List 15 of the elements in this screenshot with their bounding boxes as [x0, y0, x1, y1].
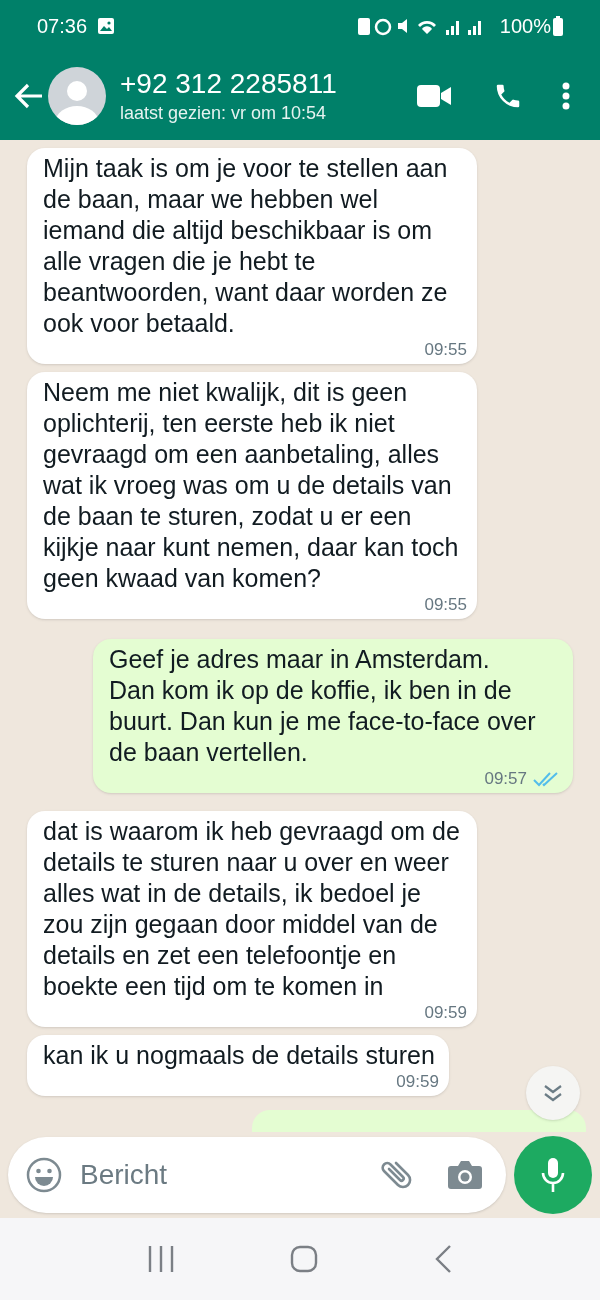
message-text: Geef je adres maar in Amsterdam. Dan kom ik op de koffie, ik ben in de buurt. Dan kun je me face-to-face over de baan vertellen.: [109, 644, 537, 768]
contact-name[interactable]: +92 312 2285811: [120, 67, 414, 101]
last-seen: laatst gezien: vr om 10:54: [120, 102, 328, 125]
message-text: Mijn taak is om je voor te stellen aan de baan, maar we hebben wel iemand die altijd beschikbaar is om alle vragen die je hebt te beantwoorden, want daar worden ze ook voor betaald.: [43, 153, 449, 339]
message-time: 09:59: [396, 1071, 439, 1094]
message-time: 09:55: [424, 339, 467, 362]
message-time: 09:57: [484, 768, 527, 791]
message-text: kan ik u nogmaals de details sturen: [43, 1040, 435, 1071]
battery-percent: 100%: [499, 14, 551, 39]
clock: 07:36: [37, 14, 88, 39]
message-time: 09:59: [424, 1002, 467, 1025]
message-text: Neem me niet kwalijk, dit is geen oplichterij, ten eerste heb ik niet gevraagd om een aanbetaling, alles wat ik vroeg was om u de details van de baan te sturen, zodat u er een kijkje naar kunt nemen, daar kan toch geen kwaad van komen?: [43, 377, 460, 594]
message-field[interactable]: Bericht: [8, 1137, 506, 1213]
message-text: dat is waarom ik heb gevraagd om de details te sturen naar u over en weer alles wat in de details, ik bedoel je zou zijn gegaan door middel van de details en zet een telefoontje en boekte een tijd om te komen in: [43, 816, 461, 1002]
message-time: 09:55: [424, 594, 467, 617]
